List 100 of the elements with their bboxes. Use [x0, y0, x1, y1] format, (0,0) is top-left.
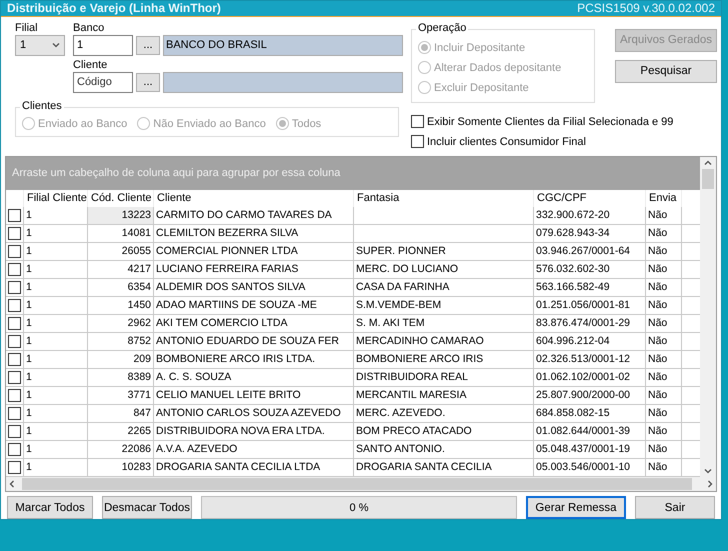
table-cell: Não — [646, 279, 682, 296]
table-cell: Não — [646, 261, 682, 278]
clientes-legend: Clientes — [20, 100, 64, 112]
table-cell: ALDEMIR DOS SANTOS SILVA — [154, 279, 354, 296]
table-cell: 563.166.582-49 — [534, 279, 646, 296]
table-cell: BOMBONIERE ARCO IRIS — [354, 351, 534, 368]
row-checkbox[interactable] — [8, 263, 21, 276]
version-label: PCSIS1509 v.30.0.02.002 — [577, 1, 715, 16]
row-checkbox[interactable] — [8, 443, 21, 456]
table-cell: 1 — [24, 333, 88, 350]
table-cell: SANTO ANTONIO. — [354, 441, 534, 458]
progress-label: 0 % — [350, 502, 368, 514]
filial-dropdown[interactable]: 1 — [15, 34, 65, 56]
table-cell: ANTONIO CARLOS SOUZA AZEVEDO — [154, 405, 354, 422]
table-cell: BOM PRECO ATACADO — [354, 423, 534, 440]
table-cell: Não — [646, 459, 682, 476]
table-cell: 576.032.602-30 — [534, 261, 646, 278]
table-cell: Não — [646, 333, 682, 350]
table-cell: 01.062.102/0001-02 — [534, 369, 646, 386]
group-hint: Arraste um cabeçalho de coluna aqui para agrupar por essa coluna — [12, 167, 340, 180]
table-cell: MERCADINHO CAMARAO — [354, 333, 534, 350]
table-cell: 1 — [24, 351, 88, 368]
row-checkbox[interactable] — [8, 299, 21, 312]
table-cell: A.V.A. AZEVEDO — [154, 441, 354, 458]
table-cell: AKI TEM COMERCIO LTDA — [154, 315, 354, 332]
row-checkbox[interactable] — [8, 389, 21, 402]
table-cell: Não — [646, 351, 682, 368]
window-title: Distribuição e Varejo (Linha WinThor) — [7, 1, 221, 16]
table-cell: 25.807.900/2000-00 — [534, 387, 646, 404]
chevron-down-icon[interactable] — [52, 41, 60, 50]
table-cell: MERCANTIL MARESIA — [354, 387, 534, 404]
marcar-todos-button[interactable]: Marcar Todos — [7, 496, 93, 519]
scroll-down-icon[interactable] — [704, 467, 712, 475]
table-cell: Não — [646, 423, 682, 440]
table-cell: 1 — [24, 243, 88, 260]
table-cell: COMERCIAL PIONNER LTDA — [154, 243, 354, 260]
banco-label: Banco — [73, 20, 106, 35]
table-cell: DISTRIBUIDORA REAL — [354, 369, 534, 386]
table-cell: S.M.VEMDE-BEM — [354, 297, 534, 314]
row-checkbox[interactable] — [8, 461, 21, 474]
pesquisar-button[interactable]: Pesquisar — [615, 60, 717, 83]
row-checkbox[interactable] — [8, 353, 21, 366]
row-checkbox[interactable] — [8, 371, 21, 384]
horizontal-scrollbar[interactable] — [6, 477, 716, 491]
option-checkbox[interactable]: Incluir clientes Consumidor Final — [411, 132, 586, 151]
table-cell: Não — [646, 207, 682, 224]
table-cell: CARMITO DO CARMO TAVARES DA — [154, 207, 354, 224]
table-cell: Não — [646, 243, 682, 260]
table-cell: 1 — [24, 423, 88, 440]
lookup-button[interactable]: ... — [136, 72, 160, 92]
row-checkbox[interactable] — [8, 245, 21, 258]
table-cell: Não — [646, 315, 682, 332]
row-checkbox[interactable] — [8, 407, 21, 420]
table-cell: Não — [646, 441, 682, 458]
row-checkbox[interactable] — [8, 335, 21, 348]
row-checkbox[interactable] — [8, 281, 21, 294]
table-cell: Não — [646, 405, 682, 422]
option-checkbox[interactable]: Exibir Somente Clientes da Filial Selecionada e 99 — [411, 112, 674, 131]
table-cell: S. M. AKI TEM — [354, 315, 534, 332]
row-checkbox[interactable] — [8, 209, 21, 222]
table-cell: 1 — [24, 315, 88, 332]
table-cell: ADAO MARTIINS DE SOUZA -ME — [154, 297, 354, 314]
scroll-up-icon[interactable] — [704, 158, 712, 167]
cliente-field[interactable]: Código — [73, 72, 133, 93]
table-cell: 1 — [24, 225, 88, 242]
vertical-scrollbar[interactable] — [700, 156, 716, 477]
table-cell: CASA DA FARINHA — [354, 279, 534, 296]
scroll-right-icon[interactable] — [706, 480, 714, 488]
table-cell: 01.251.056/0001-81 — [534, 297, 646, 314]
table-cell: 332.900.672-20 — [534, 207, 646, 224]
table-cell: 684.858.082-15 — [534, 405, 646, 422]
table-cell: SUPER. PIONNER — [354, 243, 534, 260]
scroll-left-icon[interactable] — [8, 480, 16, 488]
row-checkbox[interactable] — [8, 227, 21, 240]
table-cell: DISTRIBUIDORA NOVA ERA LTDA. — [154, 423, 354, 440]
scroll-thumb[interactable] — [702, 168, 714, 189]
table-cell: Não — [646, 387, 682, 404]
table-cell: Não — [646, 369, 682, 386]
table-cell: 1 — [24, 459, 88, 476]
table-cell: 83.876.474/0001-29 — [534, 315, 646, 332]
table-cell: 01.082.644/0001-39 — [534, 423, 646, 440]
sair-button[interactable]: Sair — [635, 496, 715, 519]
table-cell: CLEMILTON BEZERRA SILVA — [154, 225, 354, 242]
table-cell: Não — [646, 297, 682, 314]
table-cell: 1 — [24, 261, 88, 278]
table-cell: LUCIANO FERREIRA FARIAS — [154, 261, 354, 278]
banco-field[interactable]: 1 — [73, 34, 133, 56]
table-cell: 05.003.546/0001-10 — [534, 459, 646, 476]
gerar-remessa-button[interactable]: Gerar Remessa — [526, 496, 626, 519]
table-cell: MERC. AZEVEDO. — [354, 405, 534, 422]
table-cell: 1 — [24, 405, 88, 422]
table-cell: Não — [646, 225, 682, 242]
row-checkbox[interactable] — [8, 317, 21, 330]
lookup-button[interactable]: ... — [136, 36, 160, 55]
row-checkbox[interactable] — [8, 425, 21, 438]
table-cell: 03.946.267/0001-64 — [534, 243, 646, 260]
desmarcar-todos-button[interactable]: Desmacar Todos — [102, 496, 192, 519]
table-cell: 079.628.943-34 — [534, 225, 646, 242]
table-cell: MERC. DO LUCIANO — [354, 261, 534, 278]
filial-label: Filial — [15, 20, 39, 35]
